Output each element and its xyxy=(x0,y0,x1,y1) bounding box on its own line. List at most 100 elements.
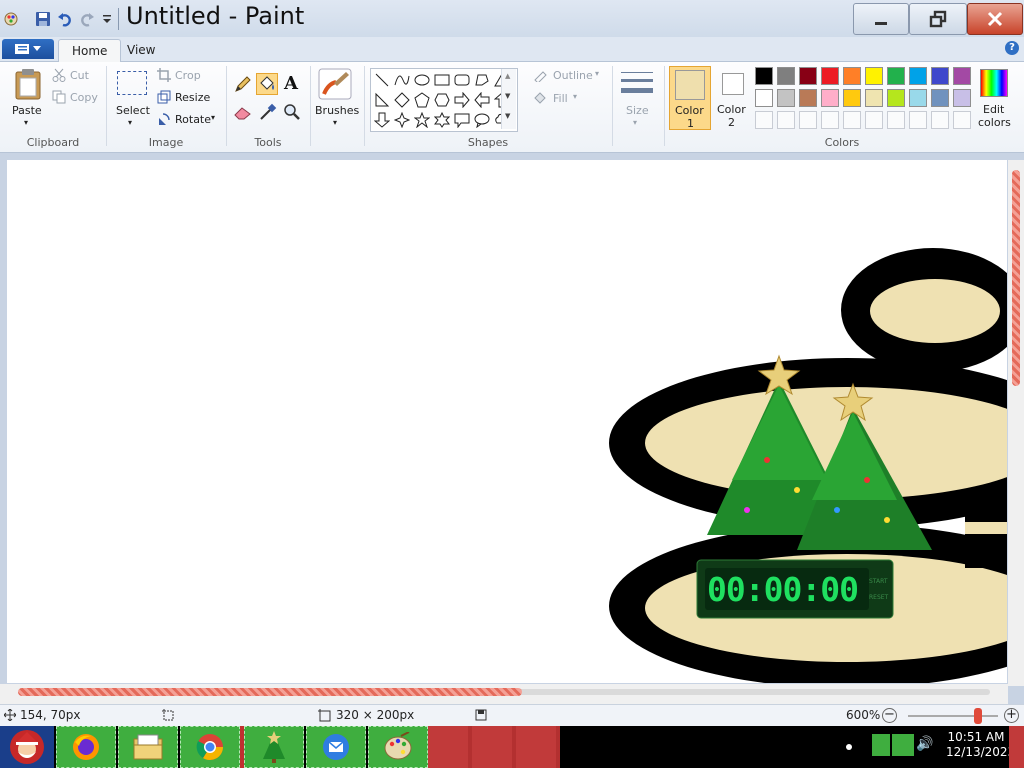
restore-button[interactable] xyxy=(909,3,967,35)
edit-colors-button[interactable]: Edit colors xyxy=(976,66,1012,130)
tab-view[interactable]: View xyxy=(114,39,168,61)
tab-home[interactable]: Home xyxy=(58,39,122,62)
copy-button[interactable]: Copy xyxy=(52,90,102,106)
custom-color-slot[interactable] xyxy=(909,111,927,129)
palette-swatch[interactable] xyxy=(865,67,883,85)
polygon-shape-icon[interactable] xyxy=(472,70,491,89)
tray-network-icon[interactable] xyxy=(892,734,914,756)
taskbar-firefox[interactable] xyxy=(56,726,116,768)
callout-rectangle-shape-icon[interactable] xyxy=(452,110,471,129)
left-arrow-shape-icon[interactable] xyxy=(472,90,491,109)
show-desktop-button[interactable] xyxy=(1009,726,1024,768)
custom-color-slot[interactable] xyxy=(865,111,883,129)
palette-swatch[interactable] xyxy=(931,67,949,85)
timer-start-label[interactable]: START xyxy=(869,578,888,585)
hexagon-shape-icon[interactable] xyxy=(432,90,451,109)
show-hidden-icons-icon[interactable] xyxy=(846,744,852,750)
zoom-slider-track[interactable] xyxy=(908,715,998,717)
palette-swatch[interactable] xyxy=(843,89,861,107)
custom-color-slot[interactable] xyxy=(931,111,949,129)
five-point-star-shape-icon[interactable] xyxy=(412,110,431,129)
custom-color-slot[interactable] xyxy=(799,111,817,129)
tray-volume-icon[interactable]: 🔊 xyxy=(916,736,940,756)
oval-shape-icon[interactable] xyxy=(412,70,431,89)
six-point-star-shape-icon[interactable] xyxy=(432,110,451,129)
custom-color-slot[interactable] xyxy=(821,111,839,129)
vertical-scrollbar[interactable] xyxy=(1008,160,1024,686)
right-triangle-shape-icon[interactable] xyxy=(372,90,391,109)
eraser-tool[interactable] xyxy=(233,102,254,123)
paint-app-icon[interactable] xyxy=(2,10,20,28)
zoom-slider-thumb[interactable] xyxy=(974,708,982,724)
palette-swatch[interactable] xyxy=(887,89,905,107)
help-icon[interactable]: ? xyxy=(1005,41,1019,55)
fill-tool[interactable] xyxy=(256,73,278,95)
magnifier-tool[interactable] xyxy=(282,102,303,123)
palette-swatch[interactable] xyxy=(865,89,883,107)
drawing-canvas[interactable]: 00:00:00 START RESET xyxy=(7,160,1007,683)
diamond-shape-icon[interactable] xyxy=(392,90,411,109)
customize-qat-icon[interactable] xyxy=(98,10,116,28)
palette-swatch[interactable] xyxy=(799,67,817,85)
taskbar-chrome[interactable] xyxy=(180,726,240,768)
taskbar-clock[interactable]: 10:51 AM 12/13/2023 xyxy=(946,730,1015,768)
shapes-gallery-scroll[interactable]: ▲ ▼ ▼ xyxy=(501,69,516,129)
rectangle-shape-icon[interactable] xyxy=(432,70,451,89)
taskbar-christmas-tree-app[interactable] xyxy=(244,726,304,768)
custom-color-slot[interactable] xyxy=(777,111,795,129)
size-button[interactable]: Size ▾ xyxy=(618,66,656,128)
palette-swatch[interactable] xyxy=(909,89,927,107)
palette-swatch[interactable] xyxy=(909,67,927,85)
fill-button[interactable]: Fill ▾ xyxy=(533,91,583,107)
color2-button[interactable]: Color 2 xyxy=(714,66,754,130)
scroll-down-icon[interactable]: ▼ xyxy=(505,92,510,100)
gallery-expand-icon[interactable]: ▼ xyxy=(505,112,510,120)
palette-swatch[interactable] xyxy=(821,89,839,107)
curve-shape-icon[interactable] xyxy=(392,70,411,89)
palette-swatch[interactable] xyxy=(931,89,949,107)
line-shape-icon[interactable] xyxy=(372,70,391,89)
text-tool-icon[interactable]: A xyxy=(281,73,301,95)
horizontal-scroll-thumb[interactable] xyxy=(18,688,522,696)
taskbar-file-explorer[interactable] xyxy=(118,726,178,768)
paste-button[interactable]: Paste ▾ xyxy=(8,66,48,128)
palette-swatch[interactable] xyxy=(755,89,773,107)
select-button[interactable]: Select ▾ xyxy=(114,66,150,128)
custom-color-slot[interactable] xyxy=(843,111,861,129)
minimize-button[interactable] xyxy=(853,3,909,35)
redo-icon[interactable] xyxy=(78,10,96,28)
crop-button[interactable]: Crop xyxy=(157,68,207,84)
palette-swatch[interactable] xyxy=(843,67,861,85)
file-menu-button[interactable] xyxy=(2,39,54,59)
palette-swatch[interactable] xyxy=(953,67,971,85)
horizontal-scrollbar[interactable] xyxy=(0,684,1008,704)
custom-color-slot[interactable] xyxy=(887,111,905,129)
right-arrow-shape-icon[interactable] xyxy=(452,90,471,109)
outline-button[interactable]: Outline ▾ xyxy=(533,68,605,84)
close-button[interactable] xyxy=(967,3,1023,35)
palette-swatch[interactable] xyxy=(777,89,795,107)
callout-oval-shape-icon[interactable] xyxy=(472,110,491,129)
palette-swatch[interactable] xyxy=(777,67,795,85)
timer-reset-label[interactable]: RESET xyxy=(869,594,888,601)
palette-swatch[interactable] xyxy=(755,67,773,85)
pentagon-shape-icon[interactable] xyxy=(412,90,431,109)
tray-flag-icon[interactable] xyxy=(872,734,890,756)
rotate-button[interactable]: Rotate ▾ xyxy=(157,112,221,128)
vertical-scroll-thumb[interactable] xyxy=(1012,170,1020,386)
brushes-button[interactable]: Brushes ▾ xyxy=(314,66,359,128)
undo-icon[interactable] xyxy=(56,10,74,28)
taskbar-paint[interactable] xyxy=(368,726,428,768)
four-point-star-shape-icon[interactable] xyxy=(392,110,411,129)
color-picker-tool[interactable] xyxy=(258,102,279,123)
resize-button[interactable]: Resize xyxy=(157,90,213,106)
pencil-tool[interactable] xyxy=(233,74,254,95)
scroll-up-icon[interactable]: ▲ xyxy=(505,72,510,80)
palette-swatch[interactable] xyxy=(799,89,817,107)
palette-swatch[interactable] xyxy=(953,89,971,107)
palette-swatch[interactable] xyxy=(821,67,839,85)
color1-button[interactable]: Color 1 xyxy=(669,66,711,130)
zoom-in-button[interactable]: + xyxy=(1004,708,1019,723)
cut-button[interactable]: Cut xyxy=(52,68,100,84)
palette-swatch[interactable] xyxy=(887,67,905,85)
